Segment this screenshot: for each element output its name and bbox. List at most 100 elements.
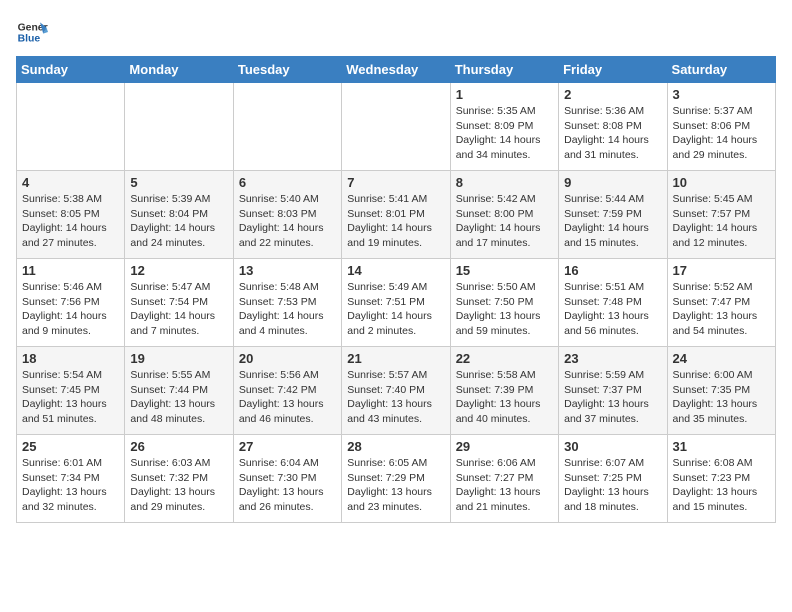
day-info: Sunrise: 5:42 AM Sunset: 8:00 PM Dayligh… [456, 192, 553, 251]
day-cell: 5 Sunrise: 5:39 AM Sunset: 8:04 PM Daylig… [125, 171, 233, 259]
weekday-header-sunday: Sunday [17, 57, 125, 83]
day-number: 19 [130, 351, 227, 366]
day-info: Sunrise: 5:37 AM Sunset: 8:06 PM Dayligh… [673, 104, 770, 163]
day-cell: 2 Sunrise: 5:36 AM Sunset: 8:08 PM Daylig… [559, 83, 667, 171]
day-info: Sunrise: 5:57 AM Sunset: 7:40 PM Dayligh… [347, 368, 444, 427]
day-info: Sunrise: 5:51 AM Sunset: 7:48 PM Dayligh… [564, 280, 661, 339]
weekday-header-row: SundayMondayTuesdayWednesdayThursdayFrid… [17, 57, 776, 83]
day-number: 30 [564, 439, 661, 454]
day-cell: 21Sunrise: 5:57 AM Sunset: 7:40 PM Dayli… [342, 347, 450, 435]
day-cell: 9 Sunrise: 5:44 AM Sunset: 7:59 PM Daylig… [559, 171, 667, 259]
day-info: Sunrise: 5:48 AM Sunset: 7:53 PM Dayligh… [239, 280, 336, 339]
day-cell: 15 Sunrise: 5:50 AM Sunset: 7:50 PM Dayli… [450, 259, 558, 347]
header: General Blue [16, 16, 776, 48]
weekday-header-thursday: Thursday [450, 57, 558, 83]
day-cell [342, 83, 450, 171]
logo-icon: General Blue [16, 16, 48, 48]
day-cell: 27 Sunrise: 6:04 AM Sunset: 7:30 PM Dayli… [233, 435, 341, 523]
day-number: 11 [22, 263, 119, 278]
day-cell: 30 Sunrise: 6:07 AM Sunset: 7:25 PM Dayli… [559, 435, 667, 523]
day-number: 3 [673, 87, 770, 102]
day-number: 7 [347, 175, 444, 190]
day-cell: 11Sunrise: 5:46 AM Sunset: 7:56 PM Dayli… [17, 259, 125, 347]
day-number: 17 [673, 263, 770, 278]
day-cell: 26Sunrise: 6:03 AM Sunset: 7:32 PM Dayli… [125, 435, 233, 523]
day-number: 6 [239, 175, 336, 190]
day-cell: 17 Sunrise: 5:52 AM Sunset: 7:47 PM Dayli… [667, 259, 775, 347]
day-info: Sunrise: 5:59 AM Sunset: 7:37 PM Dayligh… [564, 368, 661, 427]
day-info: Sunrise: 6:00 AM Sunset: 7:35 PM Dayligh… [673, 368, 770, 427]
weekday-header-saturday: Saturday [667, 57, 775, 83]
day-number: 12 [130, 263, 227, 278]
day-info: Sunrise: 5:55 AM Sunset: 7:44 PM Dayligh… [130, 368, 227, 427]
day-info: Sunrise: 5:44 AM Sunset: 7:59 PM Dayligh… [564, 192, 661, 251]
day-cell: 4Sunrise: 5:38 AM Sunset: 8:05 PM Daylig… [17, 171, 125, 259]
day-info: Sunrise: 6:01 AM Sunset: 7:34 PM Dayligh… [22, 456, 119, 515]
day-info: Sunrise: 5:36 AM Sunset: 8:08 PM Dayligh… [564, 104, 661, 163]
day-cell: 31 Sunrise: 6:08 AM Sunset: 7:23 PM Dayli… [667, 435, 775, 523]
day-info: Sunrise: 5:49 AM Sunset: 7:51 PM Dayligh… [347, 280, 444, 339]
day-info: Sunrise: 5:54 AM Sunset: 7:45 PM Dayligh… [22, 368, 119, 427]
day-cell: 10Sunrise: 5:45 AM Sunset: 7:57 PM Dayli… [667, 171, 775, 259]
day-number: 10 [673, 175, 770, 190]
svg-text:Blue: Blue [18, 34, 41, 45]
day-number: 22 [456, 351, 553, 366]
day-number: 4 [22, 175, 119, 190]
day-number: 15 [456, 263, 553, 278]
day-cell: 6 Sunrise: 5:40 AM Sunset: 8:03 PM Daylig… [233, 171, 341, 259]
day-info: Sunrise: 5:50 AM Sunset: 7:50 PM Dayligh… [456, 280, 553, 339]
day-number: 27 [239, 439, 336, 454]
day-cell: 3 Sunrise: 5:37 AM Sunset: 8:06 PM Daylig… [667, 83, 775, 171]
day-cell [125, 83, 233, 171]
day-cell [17, 83, 125, 171]
day-number: 26 [130, 439, 227, 454]
week-row-1: 1 Sunrise: 5:35 AM Sunset: 8:09 PM Daylig… [17, 83, 776, 171]
calendar-table: SundayMondayTuesdayWednesdayThursdayFrid… [16, 56, 776, 523]
day-info: Sunrise: 5:41 AM Sunset: 8:01 PM Dayligh… [347, 192, 444, 251]
week-row-5: 25 Sunrise: 6:01 AM Sunset: 7:34 PM Dayli… [17, 435, 776, 523]
day-cell: 13 Sunrise: 5:48 AM Sunset: 7:53 PM Dayli… [233, 259, 341, 347]
day-cell: 14 Sunrise: 5:49 AM Sunset: 7:51 PM Dayli… [342, 259, 450, 347]
week-row-2: 4Sunrise: 5:38 AM Sunset: 8:05 PM Daylig… [17, 171, 776, 259]
day-cell: 20Sunrise: 5:56 AM Sunset: 7:42 PM Dayli… [233, 347, 341, 435]
week-row-4: 18 Sunrise: 5:54 AM Sunset: 7:45 PM Dayli… [17, 347, 776, 435]
day-number: 13 [239, 263, 336, 278]
day-info: Sunrise: 5:35 AM Sunset: 8:09 PM Dayligh… [456, 104, 553, 163]
day-number: 16 [564, 263, 661, 278]
day-info: Sunrise: 5:40 AM Sunset: 8:03 PM Dayligh… [239, 192, 336, 251]
day-cell: 25 Sunrise: 6:01 AM Sunset: 7:34 PM Dayli… [17, 435, 125, 523]
day-number: 1 [456, 87, 553, 102]
day-cell: 19 Sunrise: 5:55 AM Sunset: 7:44 PM Dayli… [125, 347, 233, 435]
day-cell: 24 Sunrise: 6:00 AM Sunset: 7:35 PM Dayli… [667, 347, 775, 435]
day-number: 14 [347, 263, 444, 278]
day-number: 31 [673, 439, 770, 454]
day-number: 28 [347, 439, 444, 454]
day-info: Sunrise: 5:58 AM Sunset: 7:39 PM Dayligh… [456, 368, 553, 427]
day-cell: 29Sunrise: 6:06 AM Sunset: 7:27 PM Dayli… [450, 435, 558, 523]
weekday-header-tuesday: Tuesday [233, 57, 341, 83]
logo: General Blue [16, 16, 52, 48]
day-number: 18 [22, 351, 119, 366]
day-cell: 16 Sunrise: 5:51 AM Sunset: 7:48 PM Dayli… [559, 259, 667, 347]
day-cell: 12Sunrise: 5:47 AM Sunset: 7:54 PM Dayli… [125, 259, 233, 347]
day-number: 24 [673, 351, 770, 366]
day-number: 2 [564, 87, 661, 102]
day-info: Sunrise: 6:05 AM Sunset: 7:29 PM Dayligh… [347, 456, 444, 515]
day-cell: 28 Sunrise: 6:05 AM Sunset: 7:29 PM Dayli… [342, 435, 450, 523]
day-number: 9 [564, 175, 661, 190]
day-info: Sunrise: 5:39 AM Sunset: 8:04 PM Dayligh… [130, 192, 227, 251]
day-number: 25 [22, 439, 119, 454]
day-info: Sunrise: 6:08 AM Sunset: 7:23 PM Dayligh… [673, 456, 770, 515]
day-number: 20 [239, 351, 336, 366]
day-number: 29 [456, 439, 553, 454]
day-cell [233, 83, 341, 171]
day-info: Sunrise: 6:04 AM Sunset: 7:30 PM Dayligh… [239, 456, 336, 515]
weekday-header-wednesday: Wednesday [342, 57, 450, 83]
day-cell: 8 Sunrise: 5:42 AM Sunset: 8:00 PM Daylig… [450, 171, 558, 259]
day-cell: 7 Sunrise: 5:41 AM Sunset: 8:01 PM Daylig… [342, 171, 450, 259]
day-info: Sunrise: 5:52 AM Sunset: 7:47 PM Dayligh… [673, 280, 770, 339]
day-cell: 23Sunrise: 5:59 AM Sunset: 7:37 PM Dayli… [559, 347, 667, 435]
day-info: Sunrise: 6:07 AM Sunset: 7:25 PM Dayligh… [564, 456, 661, 515]
day-number: 5 [130, 175, 227, 190]
day-number: 8 [456, 175, 553, 190]
